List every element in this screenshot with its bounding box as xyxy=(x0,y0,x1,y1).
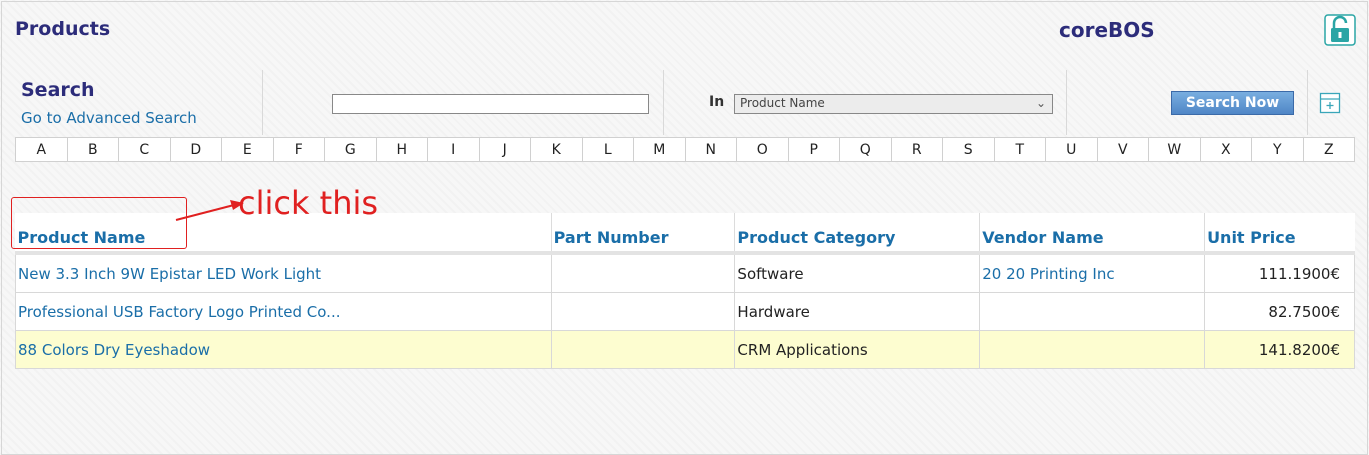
alphabet-letter-s[interactable]: S xyxy=(943,138,995,161)
search-field-selected: Product Name xyxy=(740,96,825,110)
alphabet-letter-q[interactable]: Q xyxy=(840,138,892,161)
column-header-vendor-name[interactable]: Vendor Name xyxy=(979,213,1205,255)
alphabet-letter-d[interactable]: D xyxy=(171,138,222,161)
vendor-name-link[interactable] xyxy=(979,292,1206,331)
column-header-part-number[interactable]: Part Number xyxy=(550,213,735,255)
alphabet-letter-c[interactable]: C xyxy=(119,138,171,161)
alphabet-letter-h[interactable]: H xyxy=(377,138,428,161)
annotation-highlight-box xyxy=(11,197,187,249)
product-name-link[interactable]: New 3.3 Inch 9W Epistar LED Work Light xyxy=(15,252,552,293)
column-header-unit-price[interactable]: Unit Price xyxy=(1204,213,1355,255)
brand-logo: coreBOS xyxy=(1059,18,1155,42)
alphabet-letter-w[interactable]: W xyxy=(1149,138,1201,161)
search-divider xyxy=(1307,70,1308,135)
alphabet-letter-o[interactable]: O xyxy=(737,138,789,161)
search-now-button[interactable]: Search Now xyxy=(1171,91,1294,115)
alphabet-letter-f[interactable]: F xyxy=(274,138,325,161)
unit-price-cell: 82.7500€ xyxy=(1204,292,1355,331)
alphabet-letter-u[interactable]: U xyxy=(1046,138,1098,161)
alphabet-letter-g[interactable]: G xyxy=(325,138,377,161)
vendor-name-link[interactable] xyxy=(979,330,1206,369)
part-number-cell xyxy=(550,292,736,331)
alphabet-letter-a[interactable]: A xyxy=(16,138,68,161)
alphabet-letter-e[interactable]: E xyxy=(222,138,274,161)
table-row: 88 Colors Dry Eyeshadow CRM Applications… xyxy=(15,330,1355,369)
column-header-product-category[interactable]: Product Category xyxy=(734,213,980,255)
annotation-text: click this xyxy=(238,184,379,222)
search-divider xyxy=(663,70,664,135)
product-category-cell: Software xyxy=(734,252,981,293)
product-category-cell: Hardware xyxy=(734,292,981,331)
alphabet-letter-b[interactable]: B xyxy=(68,138,119,161)
alphabet-letter-l[interactable]: L xyxy=(583,138,634,161)
table-row: New 3.3 Inch 9W Epistar LED Work Light S… xyxy=(15,252,1355,293)
alphabet-letter-p[interactable]: P xyxy=(789,138,840,161)
alphabet-filter: ABCDEFGHIJKLMNOPQRSTUVWXYZ xyxy=(15,137,1355,162)
part-number-cell xyxy=(550,252,736,293)
part-number-cell xyxy=(550,330,736,369)
table-row: Professional USB Factory Logo Printed Co… xyxy=(15,292,1355,331)
alphabet-letter-m[interactable]: M xyxy=(634,138,686,161)
save-search-icon[interactable] xyxy=(1319,91,1341,115)
product-category-cell: CRM Applications xyxy=(734,330,981,369)
unlock-icon[interactable] xyxy=(1324,14,1356,46)
alphabet-letter-v[interactable]: V xyxy=(1098,138,1149,161)
alphabet-letter-n[interactable]: N xyxy=(686,138,737,161)
alphabet-letter-y[interactable]: Y xyxy=(1252,138,1304,161)
page-title: Products xyxy=(15,18,111,40)
alphabet-letter-k[interactable]: K xyxy=(531,138,583,161)
unit-price-cell: 111.1900€ xyxy=(1204,252,1355,293)
search-divider xyxy=(1066,70,1067,135)
alphabet-letter-j[interactable]: J xyxy=(480,138,531,161)
search-title: Search xyxy=(21,79,95,101)
advanced-search-link[interactable]: Go to Advanced Search xyxy=(21,109,197,127)
product-name-link[interactable]: 88 Colors Dry Eyeshadow xyxy=(15,330,552,369)
product-name-link[interactable]: Professional USB Factory Logo Printed Co… xyxy=(15,292,552,331)
chevron-down-icon: ⌄ xyxy=(1035,96,1046,110)
products-table: Product Name Part Number Product Categor… xyxy=(15,213,1355,369)
vendor-name-link[interactable]: 20 20 Printing Inc xyxy=(979,252,1206,293)
alphabet-letter-r[interactable]: R xyxy=(892,138,943,161)
alphabet-letter-t[interactable]: T xyxy=(995,138,1046,161)
search-input[interactable] xyxy=(332,94,649,114)
search-divider xyxy=(262,70,263,135)
search-in-label: In xyxy=(709,94,725,110)
alphabet-letter-i[interactable]: I xyxy=(428,138,480,161)
unit-price-cell: 141.8200€ xyxy=(1204,330,1355,369)
search-field-select[interactable]: Product Name ⌄ xyxy=(734,94,1053,114)
alphabet-letter-x[interactable]: X xyxy=(1201,138,1252,161)
alphabet-letter-z[interactable]: Z xyxy=(1304,138,1355,161)
